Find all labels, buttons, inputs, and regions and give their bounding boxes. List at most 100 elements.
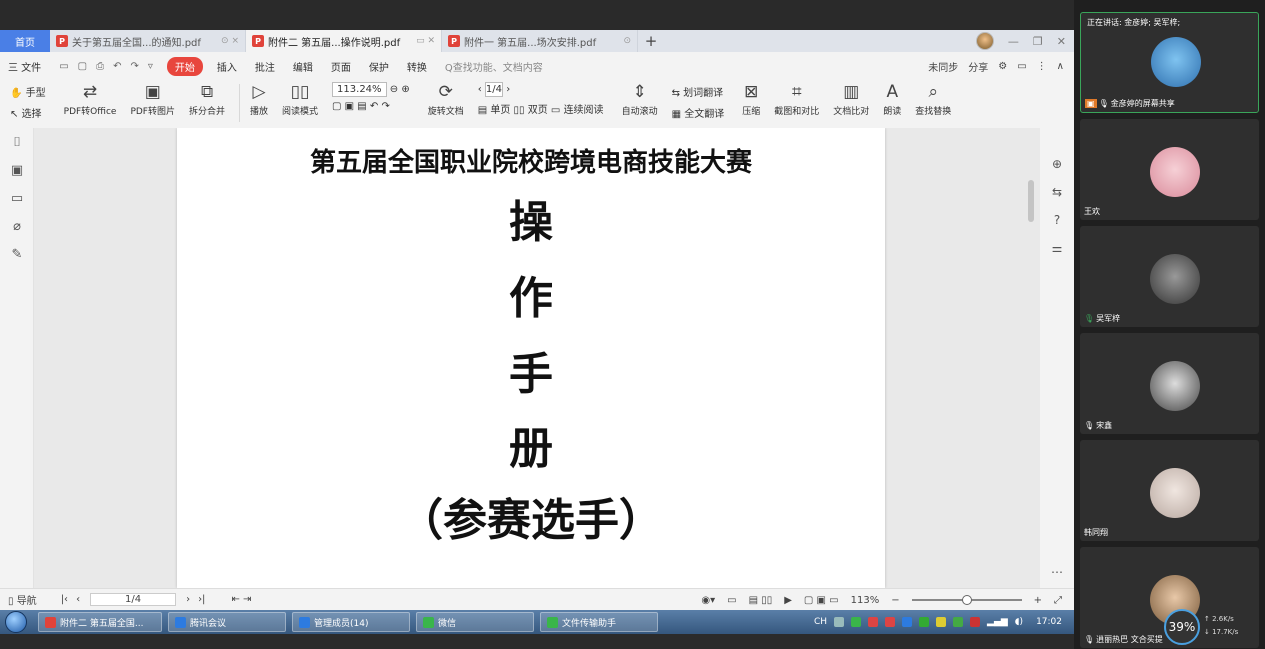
menu-protect[interactable]: 保护 bbox=[369, 59, 389, 74]
translate-icon[interactable]: ⇆ bbox=[1040, 178, 1074, 206]
input-language[interactable]: CH bbox=[814, 617, 827, 627]
restore-icon[interactable]: ❐ bbox=[1033, 35, 1043, 48]
scrollbar-thumb[interactable] bbox=[1028, 180, 1034, 222]
tab-manual-pdf[interactable]: P 附件二 第五届...操作说明.pdf ▭ ✕ bbox=[246, 30, 442, 52]
back-icon[interactable]: ⇤ ⇥ bbox=[231, 594, 251, 605]
participant-tile[interactable]: 🎙 宋鑫 bbox=[1080, 333, 1259, 434]
menu-start[interactable]: 开始 bbox=[166, 56, 203, 76]
tray-app-icon[interactable] bbox=[885, 617, 896, 627]
nav-pane-toggle[interactable]: ▯ 导航 bbox=[8, 592, 37, 607]
prev-page-icon[interactable]: ‹ bbox=[478, 84, 482, 95]
comment-icon[interactable]: ▭ bbox=[0, 184, 34, 212]
tray-app-icon[interactable] bbox=[919, 617, 930, 627]
pdf-to-office-button[interactable]: ⇄ PDF转Office bbox=[64, 80, 117, 117]
new-tab-button[interactable]: + bbox=[638, 30, 664, 52]
first-page-icon[interactable]: |‹ bbox=[61, 594, 68, 605]
signature-icon[interactable]: ✎ bbox=[0, 240, 34, 268]
menu-page[interactable]: 页面 bbox=[331, 59, 351, 74]
task-tencent-meeting[interactable]: 腾讯会议 bbox=[168, 612, 286, 632]
search-input[interactable]: Q查找功能、文档内容 bbox=[445, 59, 543, 74]
menu-file[interactable]: 三 文件 bbox=[8, 59, 41, 74]
participant-tile[interactable]: 正在讲话: 金彦婷; 吴军梓; ▣ 🎙 金彦婷的屏幕共享 bbox=[1080, 12, 1259, 113]
play-button[interactable]: ▷ 播放 bbox=[250, 80, 268, 117]
tab-notice-pdf[interactable]: P 关于第五届全国...的通知.pdf ⊙ × bbox=[50, 30, 246, 52]
minimize-icon[interactable]: — bbox=[1008, 35, 1019, 48]
zoom-out-icon[interactable]: − bbox=[891, 595, 899, 606]
participant-tile[interactable]: 王欢 bbox=[1080, 119, 1259, 220]
tray-app-icon[interactable] bbox=[970, 617, 981, 627]
zoom-search-icon[interactable]: ⊕ bbox=[1040, 150, 1074, 178]
tray-app-icon[interactable] bbox=[936, 617, 947, 627]
doc-compare-button[interactable]: ▥ 文档比对 bbox=[833, 80, 869, 117]
zoom-slider-knob[interactable] bbox=[961, 595, 972, 605]
menu-insert[interactable]: 插入 bbox=[217, 59, 237, 74]
print-icon[interactable]: ⎙ bbox=[96, 61, 104, 72]
select-tool[interactable]: ↖ 选择 bbox=[10, 105, 46, 120]
last-page-icon[interactable]: ›| bbox=[198, 594, 205, 605]
participant-tile[interactable]: 韩同翔 bbox=[1080, 440, 1259, 541]
document-area[interactable]: 第五届全国职业院校跨境电商技能大赛 操 作 手 册 （参赛选手） bbox=[34, 128, 1040, 588]
single-page-button[interactable]: ▤ 单页 bbox=[478, 105, 511, 116]
more-icon[interactable]: ⋯ bbox=[1040, 558, 1074, 586]
task-wechat[interactable]: 微信 bbox=[416, 612, 534, 632]
task-wps[interactable]: 附件二 第五届全国... bbox=[38, 612, 162, 632]
save-icon[interactable]: ▢ bbox=[78, 61, 87, 72]
status-page-input[interactable]: 1/4 bbox=[90, 593, 177, 606]
settings-icon[interactable]: ⚙ bbox=[998, 61, 1007, 72]
task-manage-members[interactable]: 管理成员(14) bbox=[292, 612, 410, 632]
zoom-in-icon[interactable]: ⊕ bbox=[401, 84, 409, 95]
pdf-to-image-button[interactable]: ▣ PDF转图片 bbox=[130, 80, 175, 117]
open-icon[interactable]: ▭ bbox=[59, 61, 68, 72]
rotate-doc-button[interactable]: ⟳ 旋转文档 bbox=[428, 80, 464, 117]
prev-page-icon[interactable]: ‹ bbox=[76, 594, 80, 605]
redo-icon[interactable]: ↷ bbox=[130, 61, 138, 72]
share-button[interactable]: 分享 bbox=[968, 59, 988, 74]
find-replace-button[interactable]: ⌕ 查找替换 bbox=[915, 80, 951, 117]
word-translate-button[interactable]: ⇆ 划词翻译 bbox=[672, 84, 725, 99]
split-merge-button[interactable]: ⧉ 拆分合并 bbox=[189, 80, 225, 117]
keyboard-icon[interactable] bbox=[834, 617, 845, 627]
menu-edit[interactable]: 编辑 bbox=[293, 59, 313, 74]
read-aloud-button[interactable]: A 朗读 bbox=[883, 80, 901, 117]
more-icon[interactable]: ⋮ bbox=[1037, 61, 1047, 72]
page-width-icon[interactable]: ▭ bbox=[727, 595, 736, 606]
undo-icon[interactable]: ↶ bbox=[113, 61, 121, 72]
tab-more-icon[interactable]: ⊙ bbox=[623, 36, 631, 46]
zoom-select[interactable]: 113.24% bbox=[332, 82, 387, 97]
user-avatar[interactable] bbox=[975, 32, 994, 50]
read-mode-button[interactable]: ▯▯ 阅读模式 bbox=[282, 80, 318, 117]
zoom-level[interactable]: 113% bbox=[851, 595, 880, 606]
participant-tile[interactable]: 🎙 吴军梓 bbox=[1080, 226, 1259, 327]
tab-home[interactable]: 首页 bbox=[0, 30, 50, 52]
task-file-transfer[interactable]: 文件传输助手 bbox=[540, 612, 658, 632]
double-page-button[interactable]: ▯▯ 双页 bbox=[514, 105, 548, 116]
tray-app-icon[interactable] bbox=[902, 617, 913, 627]
auto-scroll-button[interactable]: ⇕ 自动滚动 bbox=[622, 80, 658, 117]
volume-icon[interactable]: ◖) bbox=[1015, 617, 1023, 627]
dropdown-icon[interactable]: ▿ bbox=[148, 61, 153, 72]
settings-sliders-icon[interactable]: ⚌ bbox=[1040, 234, 1074, 262]
next-page-icon[interactable]: › bbox=[186, 594, 190, 605]
next-page-icon[interactable]: › bbox=[506, 84, 510, 95]
menu-annotate[interactable]: 批注 bbox=[255, 59, 275, 74]
continuous-read-button[interactable]: ▭ 连续阅读 bbox=[551, 105, 604, 116]
hand-tool[interactable]: ✋ 手型 bbox=[10, 84, 46, 99]
fit-icons[interactable]: ▢ ▣ ▭ bbox=[804, 595, 839, 606]
eye-icon[interactable]: ◉▾ bbox=[701, 595, 715, 606]
tab-schedule-pdf[interactable]: P 附件一 第五届...场次安排.pdf ⊙ bbox=[442, 30, 638, 52]
clock[interactable]: 17:02 bbox=[1036, 617, 1062, 627]
single-page-icon[interactable]: ▤ ▯▯ bbox=[749, 595, 773, 606]
vertical-scrollbar[interactable] bbox=[1026, 132, 1034, 582]
menu-convert[interactable]: 转换 bbox=[407, 59, 427, 74]
zoom-out-icon[interactable]: ⊖ bbox=[390, 84, 398, 95]
start-button[interactable] bbox=[0, 610, 32, 634]
play-icon[interactable]: ▶ bbox=[784, 595, 792, 606]
thumbnail-icon[interactable]: ▣ bbox=[0, 156, 34, 184]
full-translate-button[interactable]: ▦ 全文翻译 bbox=[672, 105, 725, 120]
zoom-in-icon[interactable]: + bbox=[1034, 595, 1042, 606]
fullscreen-icon[interactable]: ⤢ bbox=[1054, 595, 1062, 606]
compress-button[interactable]: ⊠ 压缩 bbox=[742, 80, 760, 117]
help-icon[interactable]: ? bbox=[1040, 206, 1074, 234]
comment-icon[interactable]: ▭ bbox=[1017, 61, 1026, 72]
close-window-icon[interactable]: ✕ bbox=[1057, 35, 1066, 48]
